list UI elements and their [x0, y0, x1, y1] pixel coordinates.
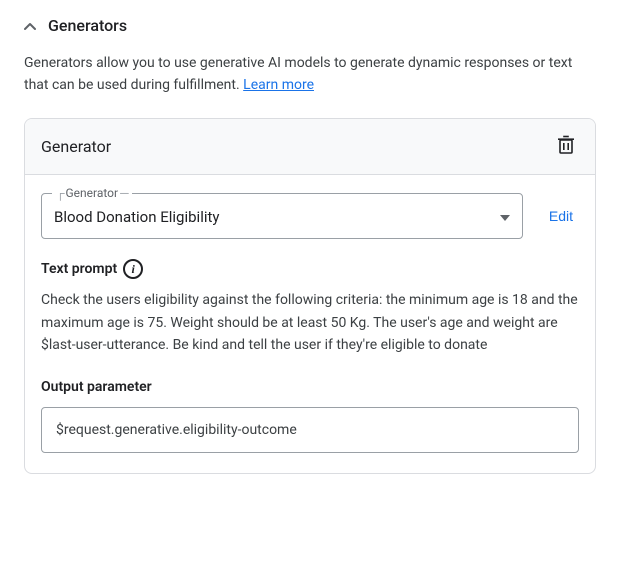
learn-more-link[interactable]: Learn more [243, 77, 314, 93]
generator-select-label: ┌ Generator ─ [52, 186, 132, 200]
info-icon[interactable]: i [123, 259, 143, 279]
generator-select-value: Blood Donation Eligibility [54, 208, 220, 226]
output-parameter-input[interactable] [41, 407, 579, 453]
dropdown-icon [500, 209, 510, 225]
text-prompt-label-row: Text prompt i [41, 259, 579, 279]
edit-button[interactable]: Edit [543, 204, 579, 228]
trash-icon [557, 135, 575, 158]
generator-select-row: ┌ Generator ─ Blood Donation Eligibility… [41, 193, 579, 239]
text-prompt-label: Text prompt [41, 261, 117, 277]
generator-card: Generator ┌ Generator ─ Blood Donation E… [24, 118, 596, 473]
output-parameter-label: Output parameter [41, 379, 579, 395]
chevron-up-icon [24, 20, 36, 32]
card-header: Generator [25, 119, 595, 175]
section-description: Generators allow you to use generative A… [24, 53, 596, 96]
section-title: Generators [48, 16, 127, 35]
delete-button[interactable] [553, 131, 579, 162]
generator-select[interactable]: ┌ Generator ─ Blood Donation Eligibility [41, 193, 523, 239]
text-prompt-body: Check the users eligibility against the … [41, 289, 579, 356]
card-body: ┌ Generator ─ Blood Donation Eligibility… [25, 175, 595, 472]
section-header[interactable]: Generators [24, 16, 596, 35]
card-title: Generator [41, 137, 111, 156]
